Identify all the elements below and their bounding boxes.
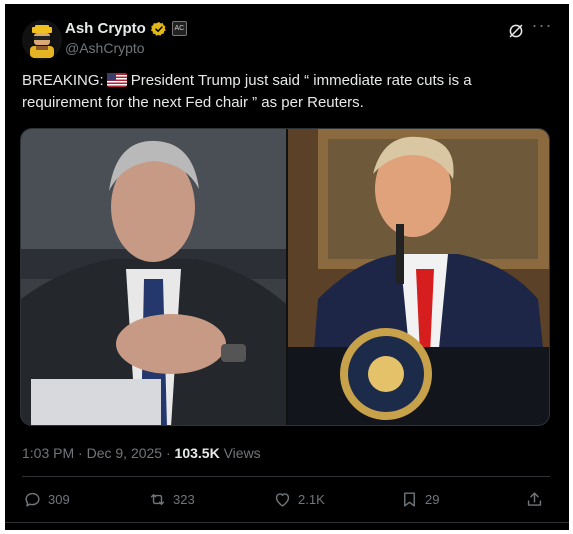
meta-separator: · xyxy=(165,445,171,461)
affiliate-badge-icon[interactable]: AC xyxy=(171,21,187,36)
avatar[interactable] xyxy=(22,20,62,60)
grok-icon[interactable] xyxy=(507,22,525,40)
tweet-text-prefix: BREAKING: xyxy=(22,72,104,89)
tweet-media[interactable] xyxy=(20,128,550,426)
share-button[interactable] xyxy=(525,490,544,509)
bookmark-count: 29 xyxy=(425,492,440,507)
views-count: 103.5K xyxy=(174,445,220,461)
repost-count: 323 xyxy=(173,492,195,507)
divider xyxy=(22,476,550,477)
repost-icon xyxy=(150,494,165,505)
author-name-row: Ash Crypto AC xyxy=(65,20,187,37)
meta-separator: · xyxy=(78,445,83,461)
like-button[interactable]: 2.1K xyxy=(273,490,325,509)
us-flag-icon xyxy=(106,73,127,87)
more-icon[interactable]: ··· xyxy=(531,16,553,38)
like-icon xyxy=(275,493,290,507)
repost-button[interactable]: 323 xyxy=(148,490,195,509)
display-name[interactable]: Ash Crypto xyxy=(65,20,146,37)
tweet-card: Ash Crypto AC @AshCrypto ··· BREAKING: P… xyxy=(5,4,569,530)
bottom-divider xyxy=(5,522,569,523)
reply-button[interactable]: 309 xyxy=(23,490,70,509)
tweet-text: BREAKING: President Trump just said “ im… xyxy=(22,70,542,114)
views-label: Views xyxy=(223,445,261,461)
reply-icon xyxy=(25,492,40,507)
verified-badge-icon[interactable] xyxy=(150,21,167,37)
tweet-meta: 1:03 PM · Dec 9, 2025 · 103.5K Views xyxy=(22,445,261,461)
photo-right[interactable] xyxy=(288,129,550,426)
reply-count: 309 xyxy=(48,492,70,507)
tweet-date[interactable]: Dec 9, 2025 xyxy=(87,445,163,461)
bookmark-icon xyxy=(404,492,415,507)
bookmark-button[interactable]: 29 xyxy=(400,490,439,509)
share-icon xyxy=(527,492,542,506)
author-handle[interactable]: @AshCrypto xyxy=(65,40,145,56)
tweet-time[interactable]: 1:03 PM xyxy=(22,445,74,461)
like-count: 2.1K xyxy=(298,492,325,507)
avatar-image xyxy=(22,20,62,60)
photo-left[interactable] xyxy=(21,129,286,426)
